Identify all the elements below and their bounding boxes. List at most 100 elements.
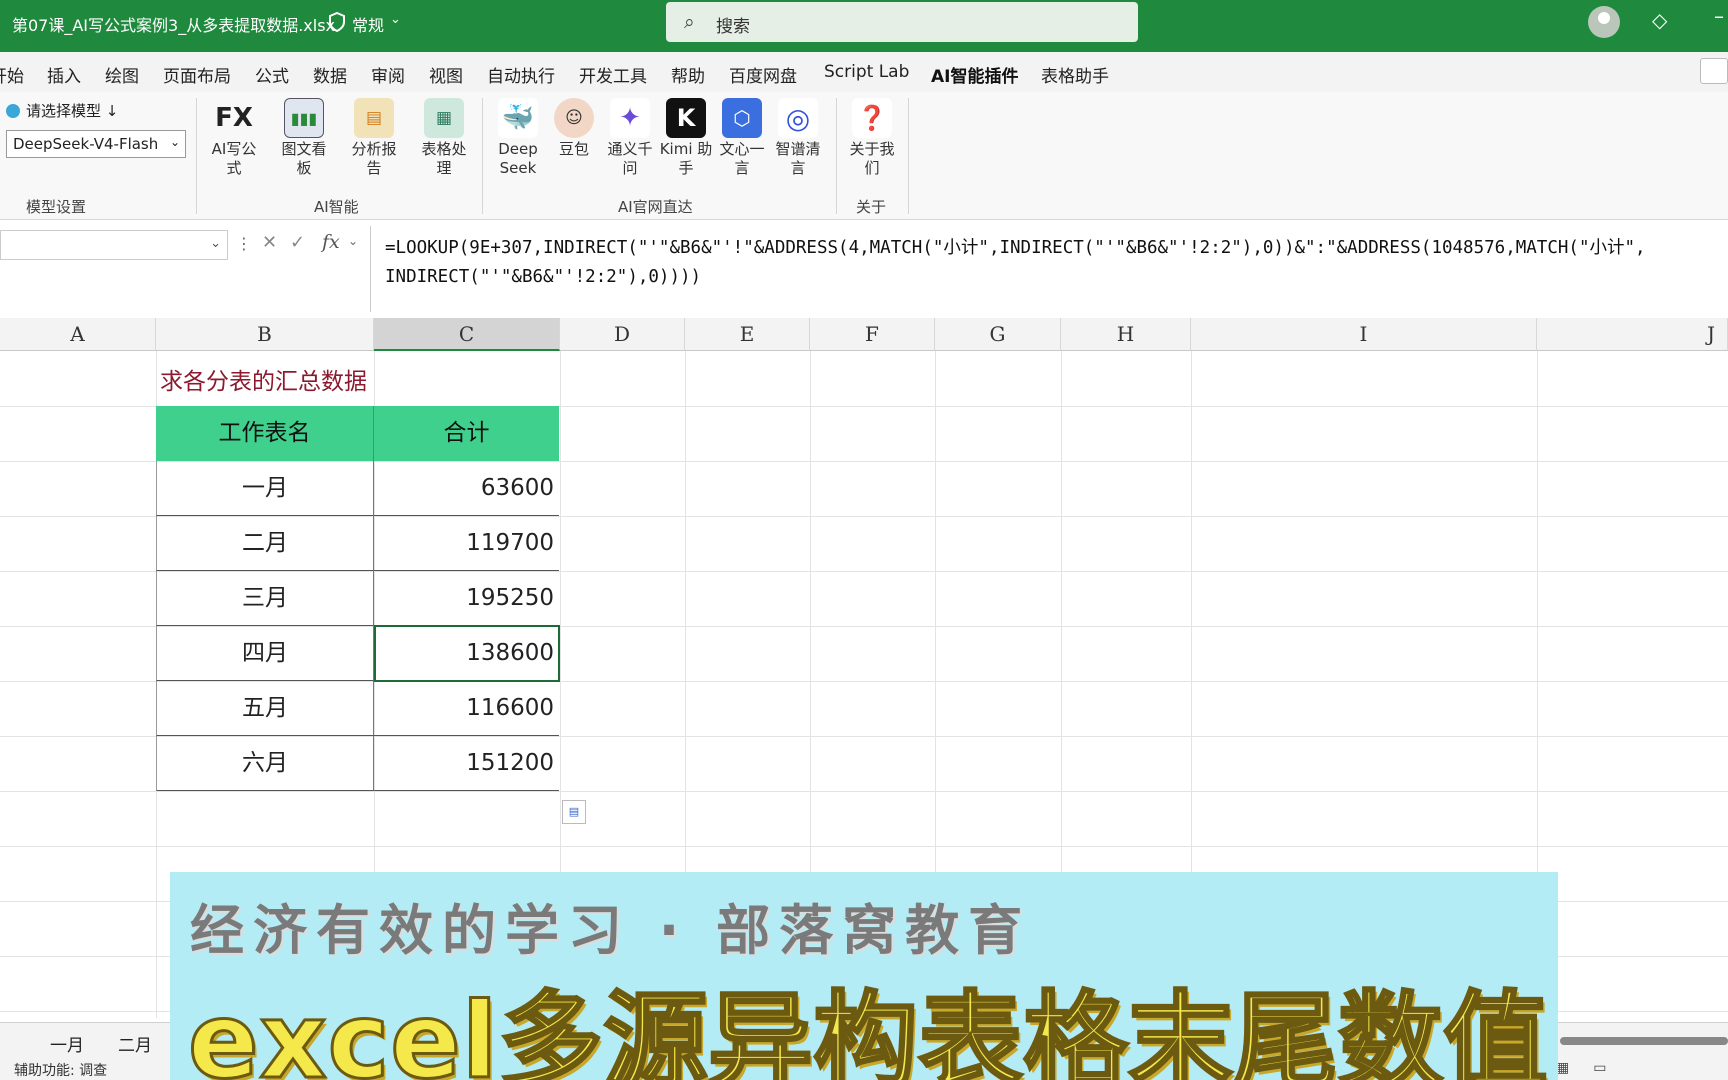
column-header-a[interactable]: A bbox=[0, 318, 156, 351]
tab-insert[interactable]: 插入 bbox=[47, 62, 81, 87]
zhipu-label: 智谱清言 bbox=[775, 140, 821, 177]
tab-draw[interactable]: 绘图 bbox=[105, 62, 139, 87]
analysis-report-label: 分析报告 bbox=[351, 140, 397, 177]
group-separator bbox=[908, 98, 909, 214]
cell-sheet-name[interactable]: 三月 bbox=[156, 571, 374, 626]
tab-view[interactable]: 视图 bbox=[429, 62, 463, 87]
cell-sheet-name[interactable]: 六月 bbox=[156, 736, 374, 791]
minimize-icon[interactable]: – bbox=[1714, 4, 1724, 28]
column-header-h[interactable]: H bbox=[1061, 318, 1191, 351]
tab-formulas[interactable]: 公式 bbox=[255, 62, 289, 87]
column-header-e[interactable]: E bbox=[685, 318, 810, 351]
tab-page-layout[interactable]: 页面布局 bbox=[163, 62, 231, 87]
header-cell-sheet-name[interactable]: 工作表名 bbox=[156, 406, 374, 461]
accessibility-status[interactable]: 辅助功能: 调查 bbox=[14, 1060, 107, 1080]
cell-sheet-name[interactable]: 四月 bbox=[156, 626, 374, 681]
file-name: 第07课_AI写公式案例3_从多表提取数据.xlsx bbox=[12, 16, 336, 35]
chevron-down-icon[interactable]: ⌄ bbox=[390, 12, 401, 27]
search-box[interactable]: ⌕ 搜索 bbox=[666, 2, 1138, 42]
zhipu-button[interactable]: ◎ 智谱清言 bbox=[770, 98, 826, 178]
table-processing-button[interactable]: ▦ 表格处理 bbox=[416, 98, 472, 178]
cell-sheet-name[interactable]: 五月 bbox=[156, 681, 374, 736]
group-separator bbox=[836, 98, 837, 214]
report-icon: ▤ bbox=[354, 98, 394, 138]
excel-window: 第07课_AI写公式案例3_从多表提取数据.xlsx 常规 ⌄ ⌕ 搜索 ◇ –… bbox=[0, 0, 1728, 1080]
shield-icon[interactable] bbox=[328, 12, 346, 32]
formula-input[interactable]: =LOOKUP(9E+307,INDIRECT("'"&B6&"'!"&ADDR… bbox=[370, 226, 1728, 312]
wenxin-button[interactable]: ⬡ 文心一言 bbox=[714, 98, 770, 178]
doubao-button[interactable]: ☺ 豆包 bbox=[546, 98, 602, 159]
column-header-g[interactable]: G bbox=[935, 318, 1061, 351]
chevron-down-icon: ⌄ bbox=[169, 135, 180, 149]
doubao-label: 豆包 bbox=[558, 140, 589, 158]
cell-sheet-name[interactable]: 一月 bbox=[156, 461, 374, 516]
quick-analysis-icon[interactable]: ▤ bbox=[562, 800, 586, 824]
account-avatar-icon[interactable] bbox=[1588, 6, 1620, 38]
group-label-official: AI官网直达 bbox=[618, 198, 693, 216]
group-label-about: 关于 bbox=[856, 198, 887, 216]
tab-script-lab[interactable]: Script Lab bbox=[824, 62, 909, 82]
column-header-d[interactable]: D bbox=[560, 318, 685, 351]
about-us-button[interactable]: ❓ 关于我们 bbox=[844, 98, 900, 178]
model-label: 请选择模型 ↓ bbox=[26, 102, 119, 120]
tongyi-icon: ✦ bbox=[610, 98, 650, 138]
banner-subtitle: 经济有效的学习 · 部落窝教育 bbox=[190, 899, 1032, 962]
view-mode-icon[interactable]: ▦▭ bbox=[1556, 1060, 1630, 1076]
tab-help[interactable]: 帮助 bbox=[671, 62, 705, 87]
cell-sheet-name[interactable]: 二月 bbox=[156, 516, 374, 571]
group-label-model: 模型设置 bbox=[26, 198, 87, 216]
kimi-icon: K bbox=[666, 98, 706, 138]
chart-board-button[interactable]: ▮▮▮ 图文看板 bbox=[276, 98, 332, 178]
chevron-down-icon[interactable]: ⌄ bbox=[348, 234, 358, 248]
tab-table-helper[interactable]: 表格助手 bbox=[1041, 62, 1109, 87]
model-select[interactable]: DeepSeek-V4-Flash ⌄ bbox=[6, 130, 186, 158]
ai-formula-button[interactable]: FX AI写公式 bbox=[206, 98, 262, 178]
tab-baidu-netdisk[interactable]: 百度网盘 bbox=[729, 62, 797, 87]
column-header-j[interactable]: J bbox=[1537, 318, 1728, 351]
comments-icon[interactable] bbox=[1700, 58, 1728, 84]
sheet-tab[interactable]: 一月 bbox=[50, 1031, 84, 1056]
cell-total[interactable]: 195250 bbox=[374, 571, 559, 626]
horizontal-scrollbar[interactable] bbox=[1560, 1037, 1728, 1045]
cell-total[interactable]: 116600 bbox=[374, 681, 559, 736]
tab-home[interactable]: 开始 bbox=[0, 62, 24, 87]
tab-review[interactable]: 审阅 bbox=[371, 62, 405, 87]
chart-board-label: 图文看板 bbox=[281, 140, 327, 177]
fx-icon: FX bbox=[215, 103, 253, 133]
chevron-down-icon: ⌄ bbox=[210, 236, 221, 251]
sheet-title[interactable]: 求各分表的汇总数据 bbox=[160, 362, 367, 396]
zhipu-icon: ◎ bbox=[778, 98, 818, 138]
tab-developer[interactable]: 开发工具 bbox=[579, 62, 647, 87]
column-header-c[interactable]: C bbox=[374, 318, 560, 351]
header-cell-total[interactable]: 合计 bbox=[374, 406, 559, 461]
formula-bar: ⌄ ⋮ ✕ ✓ fx ⌄ =LOOKUP(9E+307,INDIRECT("'"… bbox=[0, 222, 1728, 318]
search-icon: ⌕ bbox=[684, 11, 695, 33]
premium-diamond-icon[interactable]: ◇ bbox=[1652, 8, 1667, 32]
column-header-i[interactable]: I bbox=[1191, 318, 1537, 351]
deepseek-label: Deep Seek bbox=[498, 140, 538, 177]
cell-total[interactable]: 119700 bbox=[374, 516, 559, 571]
name-box[interactable]: ⌄ bbox=[0, 230, 228, 260]
enter-check-icon[interactable]: ✓ bbox=[290, 232, 305, 253]
cell-total[interactable]: 151200 bbox=[374, 736, 559, 791]
tongyi-label: 通义千问 bbox=[607, 140, 653, 177]
tab-ai-plugin[interactable]: AI智能插件 bbox=[931, 62, 1019, 95]
kimi-button[interactable]: K Kimi 助手 bbox=[658, 98, 714, 178]
cell-total[interactable]: 63600 bbox=[374, 461, 559, 516]
tongyi-button[interactable]: ✦ 通义千问 bbox=[602, 98, 658, 178]
deepseek-button[interactable]: 🐳 Deep Seek bbox=[490, 98, 546, 178]
analysis-report-button[interactable]: ▤ 分析报告 bbox=[346, 98, 402, 178]
table-processing-label: 表格处理 bbox=[421, 140, 467, 177]
more-options-icon[interactable]: ⋮ bbox=[236, 234, 252, 253]
kimi-label: Kimi 助手 bbox=[659, 140, 713, 177]
about-question-icon: ❓ bbox=[852, 98, 892, 138]
tab-data[interactable]: 数据 bbox=[313, 62, 347, 87]
column-header-f[interactable]: F bbox=[810, 318, 935, 351]
column-header-b[interactable]: B bbox=[156, 318, 374, 351]
search-input[interactable]: 搜索 bbox=[716, 12, 750, 37]
sensitivity-label[interactable]: 常规 bbox=[352, 12, 384, 36]
insert-function-icon[interactable]: fx bbox=[322, 231, 340, 253]
sheet-tab[interactable]: 二月 bbox=[118, 1031, 152, 1056]
cancel-icon[interactable]: ✕ bbox=[262, 232, 277, 253]
tab-automate[interactable]: 自动执行 bbox=[487, 62, 555, 87]
